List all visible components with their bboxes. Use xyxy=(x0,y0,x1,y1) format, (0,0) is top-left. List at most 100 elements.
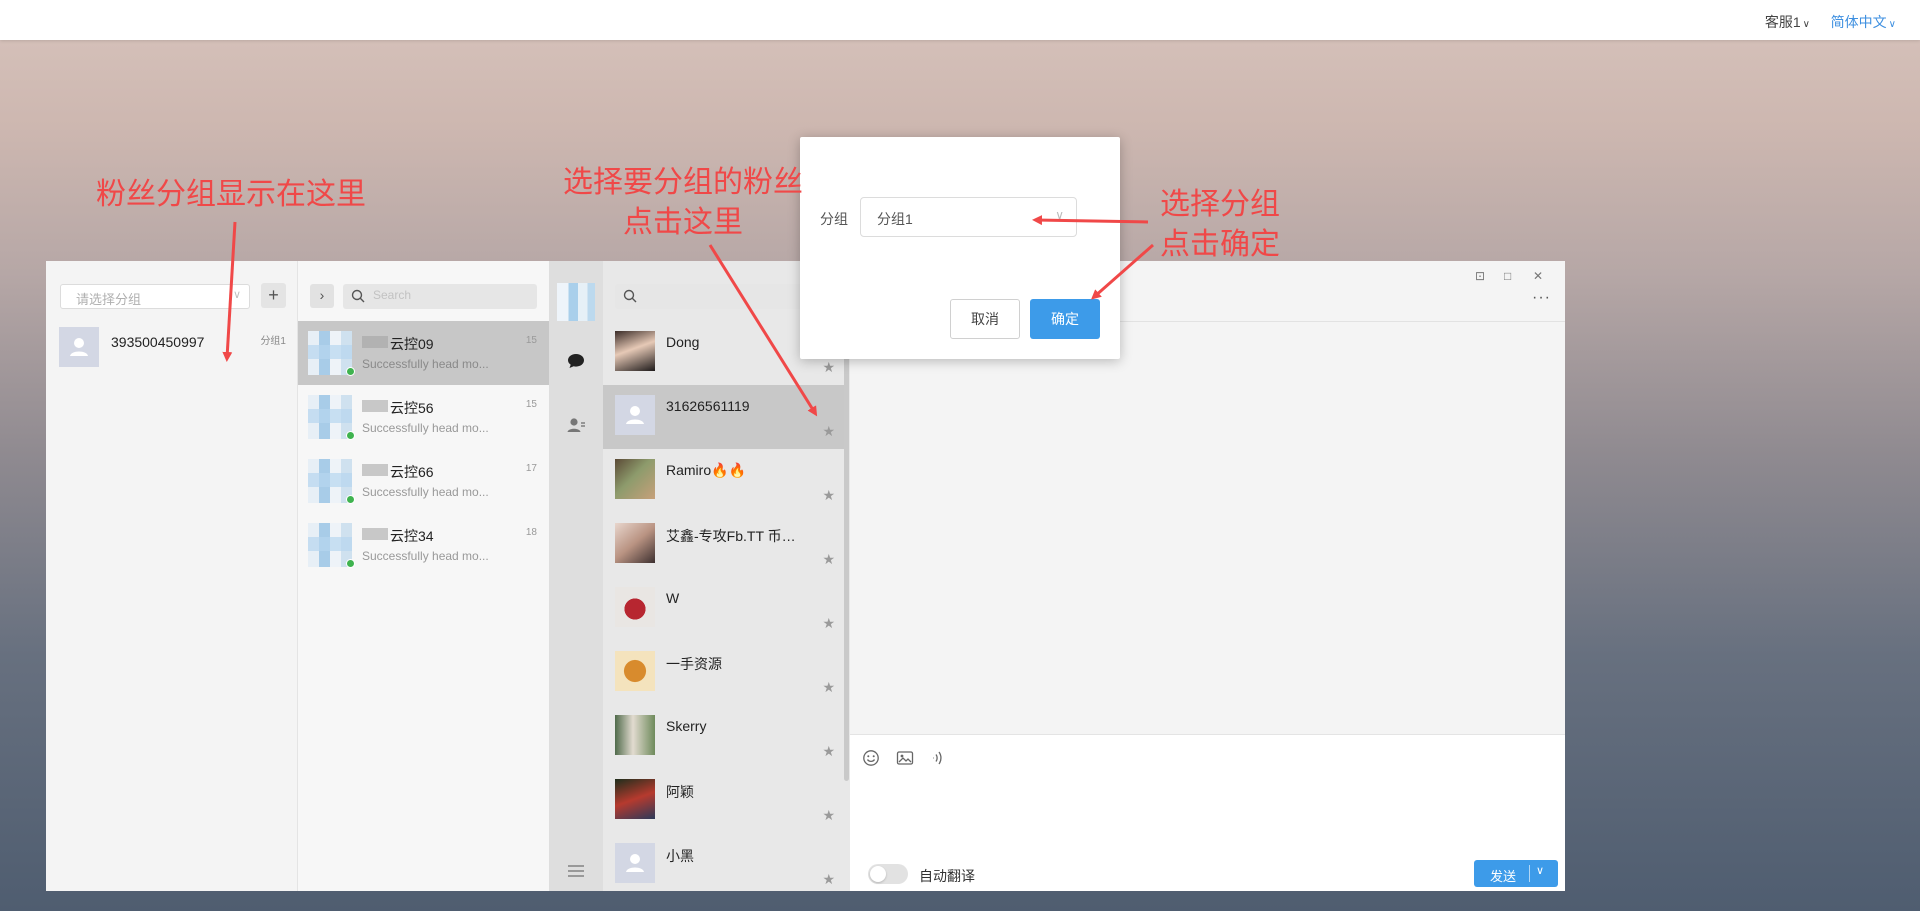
send-label: 发送 xyxy=(1490,869,1517,884)
group-filter-select[interactable]: 请选择分组 ∨ xyxy=(60,284,250,309)
contact-name: Skerry xyxy=(666,718,707,734)
default-user-icon xyxy=(626,406,644,424)
star-icon[interactable]: ★ xyxy=(822,487,835,504)
fan-groups-panel: 请选择分组 ∨ + 393500450997 分组1 xyxy=(46,261,298,891)
avatar xyxy=(615,331,655,371)
avatar xyxy=(308,523,352,567)
contact-item[interactable]: 31626561119 ★ xyxy=(603,385,845,449)
account-menu[interactable]: 客服1 ∨ xyxy=(1765,12,1810,32)
account-item[interactable]: 云控34 Successfully head mo... 18 xyxy=(298,513,549,577)
annotation-fan-groups: 粉丝分组显示在这里 xyxy=(96,177,366,212)
online-status-dot xyxy=(346,367,355,376)
contact-name: 小黑 xyxy=(666,848,694,864)
annotation-line: 点击这里 xyxy=(623,205,743,240)
language-menu[interactable]: 简体中文 ∨ xyxy=(1831,12,1896,32)
emoji-icon[interactable] xyxy=(862,749,880,767)
account-item[interactable]: 云控09 Successfully head mo... 15 xyxy=(298,321,549,385)
redacted-name-part xyxy=(362,336,388,348)
contact-item[interactable]: Ramiro🔥🔥 ★ xyxy=(603,449,845,513)
chevron-down-icon: ∨ xyxy=(1055,208,1064,222)
online-status-dot xyxy=(346,559,355,568)
contact-item[interactable]: Skerry ★ xyxy=(603,705,845,769)
last-message-preview: Successfully head mo... xyxy=(362,421,489,435)
cancel-button[interactable]: 取消 xyxy=(950,299,1020,339)
language-label: 简体中文 xyxy=(1830,14,1887,30)
account-name: 云控34 xyxy=(390,528,434,544)
star-icon[interactable]: ★ xyxy=(822,679,835,696)
account-name: 客服1 xyxy=(1764,14,1801,30)
maximize-icon[interactable]: □ xyxy=(1504,269,1511,283)
account-name: 云控56 xyxy=(390,400,434,416)
message-count: 18 xyxy=(525,527,537,538)
search-icon xyxy=(623,289,637,303)
star-icon[interactable]: ★ xyxy=(822,615,835,632)
nav-rail xyxy=(549,261,603,891)
confirm-button[interactable]: 确定 xyxy=(1030,299,1100,339)
avatar xyxy=(615,459,655,499)
avatar xyxy=(308,459,352,503)
message-count: 15 xyxy=(525,399,537,410)
redacted-name-part xyxy=(362,464,388,476)
menu-icon[interactable] xyxy=(566,861,586,881)
account-name: 云控66 xyxy=(390,464,434,480)
my-avatar[interactable] xyxy=(557,283,595,321)
search-placeholder: Search xyxy=(373,288,412,302)
group-field-label: 分组 xyxy=(820,211,848,227)
avatar xyxy=(615,651,655,691)
account-item[interactable]: 云控56 Successfully head mo... 15 xyxy=(298,385,549,449)
search-icon xyxy=(351,289,365,303)
contact-item[interactable]: 小黑 ★ xyxy=(603,833,845,891)
contact-name: 31626561119 xyxy=(666,398,750,414)
image-icon[interactable] xyxy=(896,749,914,767)
online-status-dot xyxy=(346,495,355,504)
divider xyxy=(1529,865,1530,882)
contact-item[interactable]: 阿颖 ★ xyxy=(603,769,845,833)
star-icon[interactable]: ★ xyxy=(822,359,835,376)
group-select[interactable]: 分组1 ∨ xyxy=(860,197,1077,237)
avatar xyxy=(615,395,655,435)
redacted-name-part xyxy=(362,400,388,412)
contacts-icon[interactable] xyxy=(566,415,586,435)
contact-item[interactable]: 一手资源 ★ xyxy=(603,641,845,705)
star-icon[interactable]: ★ xyxy=(822,423,835,440)
voice-icon[interactable] xyxy=(928,749,946,767)
send-button[interactable]: 发送 ∨ xyxy=(1474,860,1558,887)
last-message-preview: Successfully head mo... xyxy=(362,357,489,371)
star-icon[interactable]: ★ xyxy=(822,807,835,824)
group-select-value: 分组1 xyxy=(877,211,913,227)
annotation-select-fans: 选择要分组的粉丝 点击这里 xyxy=(558,163,808,243)
contact-item[interactable]: W ★ xyxy=(603,577,845,641)
pin-icon[interactable]: ⊡ xyxy=(1475,269,1485,283)
auto-translate-label: 自动翻译 xyxy=(919,868,975,884)
group-filter-placeholder: 请选择分组 xyxy=(76,292,142,307)
top-bar: 客服1 ∨ 简体中文 ∨ xyxy=(0,0,1920,40)
fan-item[interactable]: 393500450997 分组1 xyxy=(46,324,298,376)
avatar xyxy=(615,715,655,755)
message-composer[interactable]: 自动翻译 发送 ∨ xyxy=(850,734,1565,891)
fan-group-tag: 分组1 xyxy=(260,336,286,347)
contact-item[interactable]: 艾鑫-专攻Fb.TT 币… ★ xyxy=(603,513,845,577)
add-group-button[interactable]: + xyxy=(261,283,286,308)
contact-name: Dong xyxy=(666,334,700,350)
star-icon[interactable]: ★ xyxy=(822,551,835,568)
account-search-input[interactable]: Search xyxy=(343,284,537,309)
last-message-preview: Successfully head mo... xyxy=(362,549,489,563)
chevron-down-icon[interactable]: ∨ xyxy=(1536,864,1544,877)
account-name: 云控09 xyxy=(390,336,434,352)
annotation-line: 选择分组 xyxy=(1160,187,1280,222)
expand-button[interactable]: › xyxy=(310,284,334,308)
avatar xyxy=(615,523,655,563)
chat-bubble-icon[interactable] xyxy=(566,351,586,371)
star-icon[interactable]: ★ xyxy=(822,871,835,888)
contacts-scrollbar[interactable] xyxy=(844,323,849,781)
more-options-icon[interactable]: ··· xyxy=(1532,289,1551,307)
chevron-down-icon: ∨ xyxy=(1888,19,1896,30)
set-group-dialog: 分组 分组1 ∨ 取消 确定 xyxy=(800,137,1120,359)
star-icon[interactable]: ★ xyxy=(822,743,835,760)
fan-name: 393500450997 xyxy=(111,334,205,350)
annotation-select-group: 选择分组 点击确定 xyxy=(1150,185,1290,265)
account-item[interactable]: 云控66 Successfully head mo... 17 xyxy=(298,449,549,513)
close-icon[interactable]: ✕ xyxy=(1533,269,1543,283)
auto-translate-toggle[interactable] xyxy=(868,864,908,884)
accounts-panel: › Search 云控09 Successfully head mo... 15… xyxy=(298,261,549,891)
